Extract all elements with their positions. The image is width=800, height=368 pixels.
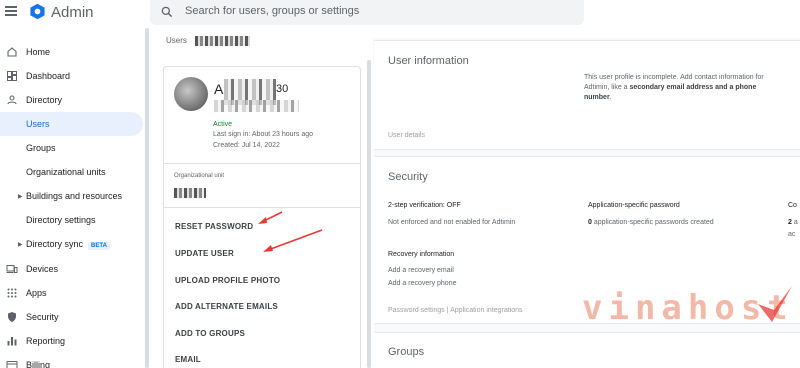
two-step-label: 2-step verification: OFF <box>388 202 461 209</box>
user-details-link[interactable]: User details <box>388 132 425 139</box>
third-column-label: Co <box>788 202 797 209</box>
message-end: . <box>609 94 612 101</box>
third-column-count: 2 <box>788 219 792 226</box>
incomplete-profile-message: This user profile is incomplete. Add con… <box>584 73 764 103</box>
app-password-count: 0 <box>588 219 592 226</box>
two-step-value: Not enforced and not enabled for Adtimin <box>388 219 516 226</box>
panel-title: Groups <box>388 346 425 358</box>
watermark-check-icon <box>758 286 792 322</box>
groups-panel[interactable]: Groups <box>374 332 800 368</box>
recovery-label: Recovery information <box>388 251 455 258</box>
arrowhead <box>258 217 267 224</box>
arrow-update-user <box>267 229 323 251</box>
third-column-text: a <box>793 219 798 226</box>
app-password-label: Application-specific password <box>588 202 680 209</box>
app-password-text: application-specific passwords created <box>593 219 714 226</box>
user-information-panel[interactable]: User information This user profile is in… <box>374 40 800 150</box>
add-recovery-phone-link[interactable]: Add a recovery phone <box>388 280 457 287</box>
add-recovery-email-link[interactable]: Add a recovery email <box>388 267 454 274</box>
third-column-value: 2 a <box>788 219 798 226</box>
panel-title: User information <box>388 55 469 67</box>
arrowhead <box>263 245 273 252</box>
third-column-value-2: ac <box>788 231 796 238</box>
panel-title: Security <box>388 171 428 183</box>
app-password-value: 0 application-specific passwords created <box>588 219 714 226</box>
security-footer-links[interactable]: Password settings | Application integrat… <box>388 307 523 314</box>
